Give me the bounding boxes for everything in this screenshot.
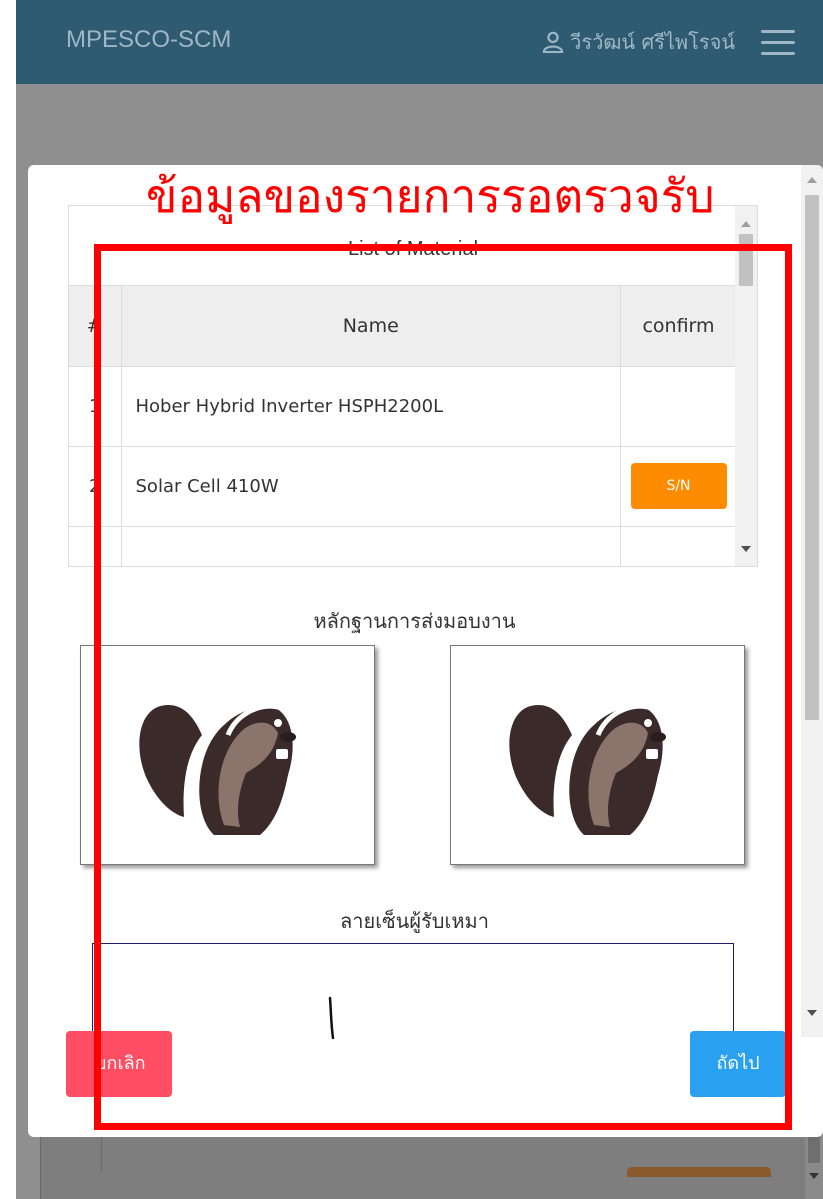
page-scrollbar[interactable] <box>805 1135 823 1199</box>
scroll-down-arrow-icon[interactable] <box>807 1010 817 1016</box>
user-name: วีรวัฒน์ ศรีไพโรจน์ <box>570 30 735 54</box>
annotation-highlight-box <box>94 244 792 1130</box>
scroll-down-arrow-icon[interactable] <box>809 1173 819 1179</box>
navbar: MPESCO-SCM วีรวัฒน์ ศรีไพโรจน์ <box>16 0 823 84</box>
annotation-title: ข้อมูลของรายการรอตรวจรับ <box>146 169 715 223</box>
brand-title[interactable]: MPESCO-SCM <box>66 26 231 54</box>
scrollbar-thumb[interactable] <box>805 195 819 720</box>
background-button <box>627 1167 771 1177</box>
modal-scrollbar[interactable] <box>801 165 823 1037</box>
background-table-row <box>40 1135 810 1199</box>
user-icon <box>542 31 564 53</box>
scroll-up-arrow-icon[interactable] <box>741 221 751 227</box>
hamburger-menu-icon[interactable] <box>761 30 795 56</box>
user-menu[interactable]: วีรวัฒน์ ศรีไพโรจน์ <box>542 26 735 58</box>
scroll-up-arrow-icon[interactable] <box>807 177 817 183</box>
